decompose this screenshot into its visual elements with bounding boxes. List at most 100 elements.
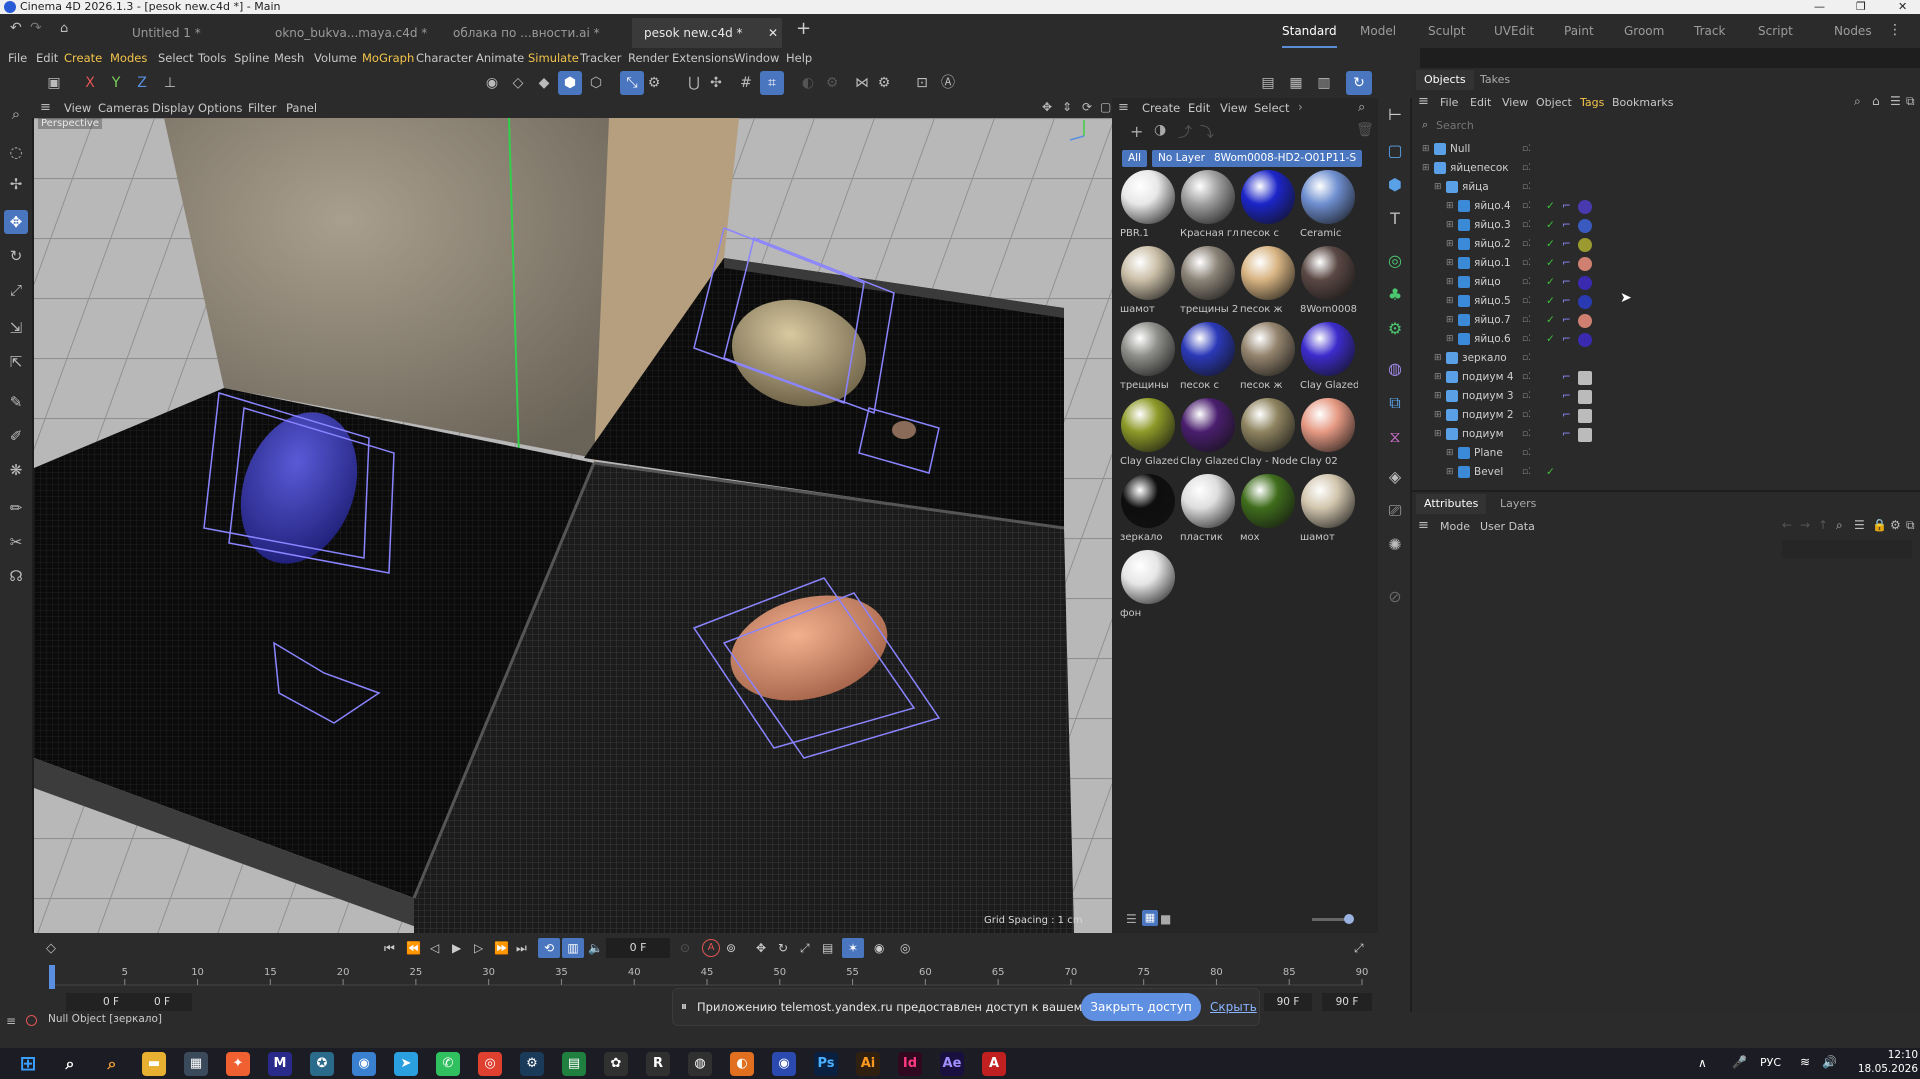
menu-modes[interactable]: Modes xyxy=(110,48,147,68)
search-tool-icon[interactable]: ⌕ xyxy=(4,102,28,126)
viewport-menu-cameras[interactable]: Cameras xyxy=(98,98,149,118)
menu-window[interactable]: Window xyxy=(734,48,779,68)
material-swatch[interactable]: Clay 02 xyxy=(1298,398,1356,472)
cinema4d-taskbar-icon[interactable]: ◉ xyxy=(772,1052,796,1076)
visibility-toggle-icon[interactable]: ▫⁚ xyxy=(1522,368,1531,387)
material-swatch[interactable]: трещины xyxy=(1118,322,1176,396)
material-filter-no-layer[interactable]: No Layer xyxy=(1152,150,1211,167)
large-view-icon[interactable]: ■ xyxy=(1160,912,1171,926)
current-frame-field[interactable]: 0 F xyxy=(606,938,670,958)
mirror-icon[interactable]: ⋈ xyxy=(850,71,874,95)
more-options-icon[interactable]: ⋮ xyxy=(1888,22,1902,38)
material-tag-icon[interactable] xyxy=(1578,314,1592,328)
menu-simulate[interactable]: Simulate xyxy=(528,48,579,68)
phong-tag-icon[interactable]: ⌐ xyxy=(1562,197,1571,216)
field-icon[interactable]: ◍ xyxy=(1382,356,1408,382)
key-parameter-icon[interactable]: ▤ xyxy=(822,941,833,955)
visibility-toggle-icon[interactable]: ▫⁚ xyxy=(1522,387,1531,406)
record-icon[interactable]: ⊙ xyxy=(680,941,690,955)
material-tag-icon[interactable] xyxy=(1578,333,1592,347)
expand-icon[interactable]: ⊞ xyxy=(1446,330,1454,349)
wifi-icon[interactable]: ≋ xyxy=(1800,1055,1810,1069)
material-swatch[interactable]: песок с xyxy=(1178,322,1236,396)
material-menu-edit[interactable]: Edit xyxy=(1188,98,1210,118)
transform-tool-icon[interactable]: ⇲ xyxy=(4,316,28,340)
material-tag-icon[interactable] xyxy=(1578,200,1592,214)
material-swatch[interactable]: 8Wom0008 xyxy=(1298,246,1357,320)
layout-model[interactable]: Model xyxy=(1360,14,1396,48)
key-pla-icon[interactable]: ✶ xyxy=(842,938,864,958)
phong-tag-icon[interactable]: ⌐ xyxy=(1562,273,1571,292)
enabled-check-icon[interactable]: ✓ xyxy=(1546,235,1555,254)
tab-objects[interactable]: Objects xyxy=(1416,70,1474,90)
paint-brush-icon[interactable]: ✏ xyxy=(4,496,28,520)
menu-select[interactable]: Select xyxy=(158,48,193,68)
search-app-icon[interactable]: ⌕ xyxy=(100,1052,124,1076)
objects-menu-tags[interactable]: Tags xyxy=(1580,94,1604,112)
layout-track[interactable]: Track xyxy=(1694,14,1725,48)
attributes-forward-icon[interactable]: → xyxy=(1800,518,1810,532)
magnet-tool-icon[interactable]: ☊ xyxy=(4,564,28,588)
grid-icon[interactable]: # xyxy=(734,71,758,95)
menu-animate[interactable]: Animate xyxy=(476,48,524,68)
doc-tab-oblaka[interactable]: облака по ...вности.ai * xyxy=(441,18,617,48)
menu-help[interactable]: Help xyxy=(786,48,812,68)
app-icon-r[interactable]: R xyxy=(646,1052,670,1076)
stop-sharing-button[interactable]: Закрыть доступ xyxy=(1081,993,1201,1021)
objects-menu-view[interactable]: View xyxy=(1502,94,1528,112)
previous-frame-icon[interactable]: ◁ xyxy=(430,941,439,955)
expand-icon[interactable]: ⊞ xyxy=(1434,178,1442,197)
render-view-icon[interactable]: ▤ xyxy=(1256,71,1280,95)
visibility-toggle-icon[interactable]: ▫⁚ xyxy=(1522,159,1531,178)
doc-tab-okno[interactable]: okno_bukva...maya.c4d * xyxy=(263,18,439,48)
material-swatch[interactable]: фон xyxy=(1118,550,1176,624)
undo-icon[interactable]: ↶ xyxy=(10,20,22,36)
model-mode-icon[interactable]: ▣ xyxy=(42,71,66,95)
material-swatch[interactable]: Clay Glazed xyxy=(1178,398,1238,472)
phong-tag-icon[interactable]: ⌐ xyxy=(1562,311,1571,330)
text-object-icon[interactable]: T xyxy=(1382,206,1408,232)
calculator-icon[interactable]: ▦ xyxy=(184,1052,208,1076)
menu-render[interactable]: Render xyxy=(628,48,669,68)
telegram-icon[interactable]: ➤ xyxy=(394,1052,418,1076)
visibility-toggle-icon[interactable]: ▫⁚ xyxy=(1522,425,1531,444)
phong-tag-icon[interactable]: ⌐ xyxy=(1562,216,1571,235)
material-swatch[interactable]: песок ж xyxy=(1238,322,1296,396)
render-settings-icon[interactable]: ▥ xyxy=(1312,71,1336,95)
phong-tag-icon[interactable]: ⌐ xyxy=(1562,425,1571,444)
objects-search-input[interactable] xyxy=(1436,116,1736,134)
app-icon-2[interactable]: ✪ xyxy=(310,1052,334,1076)
attributes-menu-mode[interactable]: Mode xyxy=(1440,518,1470,536)
material-swatch[interactable]: Clay Glazed xyxy=(1118,398,1178,472)
visibility-toggle-icon[interactable]: ▫⁚ xyxy=(1522,330,1531,349)
phong-tag-icon[interactable]: ⌐ xyxy=(1562,368,1571,387)
after-effects-icon[interactable]: Ae xyxy=(940,1052,964,1076)
camera-icon[interactable]: ⎚ xyxy=(1382,498,1408,524)
snap-icon[interactable]: ⤡ xyxy=(620,71,644,95)
layout-uvedit[interactable]: UVEdit xyxy=(1494,14,1534,48)
layout-script[interactable]: Script xyxy=(1758,14,1793,48)
new-material-icon[interactable]: + xyxy=(1130,122,1143,141)
enabled-check-icon[interactable]: ✓ xyxy=(1546,216,1555,235)
visibility-toggle-icon[interactable]: ▫⁚ xyxy=(1522,197,1531,216)
object-row[interactable]: ⊞ яйца ▫⁚ xyxy=(1412,178,1920,197)
sound-icon[interactable]: 🔈 xyxy=(588,941,603,955)
clock-date[interactable]: 18.05.2026 xyxy=(1854,1063,1918,1075)
mirror-settings-icon[interactable]: ⚙ xyxy=(872,71,896,95)
expand-icon[interactable]: ⊞ xyxy=(1446,254,1454,273)
viewport-menu-view[interactable]: View xyxy=(64,98,91,118)
material-filter-all[interactable]: All xyxy=(1122,150,1148,167)
generator-icon[interactable]: ◎ xyxy=(1382,248,1408,274)
polygons-mode-icon[interactable]: ◆ xyxy=(532,71,556,95)
timeline-playhead[interactable] xyxy=(49,965,55,989)
key-rotation-icon[interactable]: ↻ xyxy=(778,941,788,955)
expand-icon[interactable]: ⊞ xyxy=(1434,368,1442,387)
menu-tools[interactable]: Tools xyxy=(198,48,226,68)
quantize-icon[interactable]: ✣ xyxy=(704,71,728,95)
tray-expand-icon[interactable]: ∧ xyxy=(1698,1056,1707,1070)
material-tag-icon[interactable] xyxy=(1578,295,1592,309)
attributes-settings-icon[interactable]: ⚙ xyxy=(1890,518,1901,532)
material-menu-more-icon[interactable]: › xyxy=(1298,100,1303,114)
enabled-check-icon[interactable]: ✓ xyxy=(1546,197,1555,216)
loop-icon[interactable]: ⟲ xyxy=(538,938,560,958)
